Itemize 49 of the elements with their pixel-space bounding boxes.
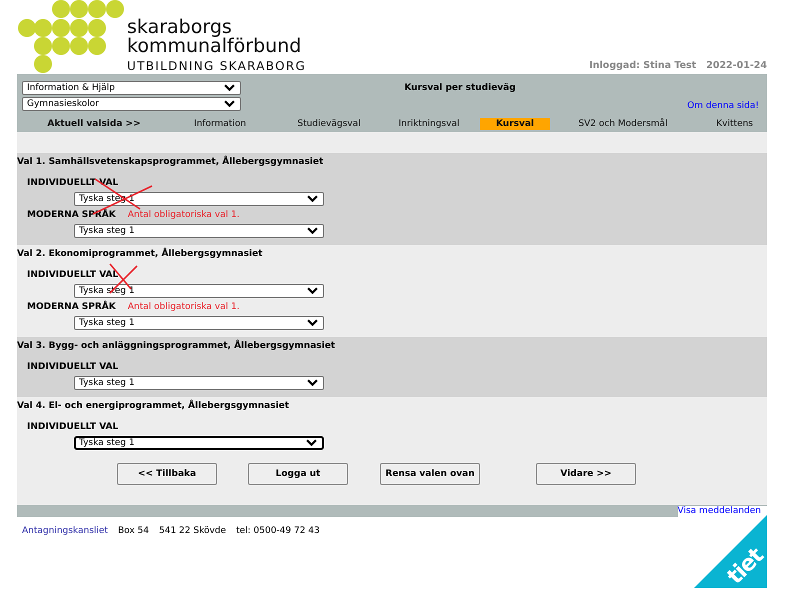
phone-number: tel: 0500-49 72 43 <box>236 526 320 536</box>
section-title: Val 3. Bygg- och anläggningsprogrammet, Ållebergsgymnasiet <box>17 339 336 353</box>
postal-address: 541 22 Skövde <box>159 526 226 536</box>
chevron-icon <box>307 287 318 295</box>
logo-icon <box>17 0 127 74</box>
dropdown[interactable]: Tyska steg 1 <box>74 316 324 330</box>
dropdown[interactable]: Tyska steg 1 <box>74 376 324 390</box>
chevron-icon <box>307 195 318 203</box>
help-link[interactable]: Om denna sida! <box>687 101 767 111</box>
dropdown[interactable]: Tyska steg 1 <box>74 436 324 450</box>
dropdown[interactable]: Gymnasieskolor <box>22 97 241 111</box>
logged-in-user: Inloggad: Stina Test <box>589 60 696 71</box>
address-text: Box 54 <box>118 526 150 536</box>
error-message: Antal obligatoriska val 1. <box>128 209 240 222</box>
action-button[interactable]: Logga ut <box>248 463 348 485</box>
section-title: Val 2. Ekonomiprogrammet, Ållebergsgymnasiet <box>17 247 264 261</box>
nav-tab[interactable]: Information <box>194 118 246 130</box>
chevron-icon <box>306 439 317 447</box>
nav-tab[interactable]: Inriktningsval <box>398 118 460 130</box>
nav-tab[interactable]: Studievägsval <box>297 118 361 130</box>
logo-name: skaraborgs <box>127 18 232 37</box>
section-title: Val 1. Samhällsvetenskapsprogrammet, Ållebergsgymnasiet <box>17 155 324 169</box>
chevron-icon <box>224 84 235 92</box>
chevron-icon <box>307 227 318 235</box>
action-button[interactable]: << Tillbaka <box>117 463 217 485</box>
field-label: INDIVIDUELLT VAL <box>27 269 118 282</box>
logo-subtitle: UTBILDNING SKARABORG <box>127 59 306 73</box>
section-title: Val 4. El- och energiprogrammet, Ållebergsgymnasiet <box>17 399 290 413</box>
page-title: Kursval per studieväg <box>404 82 516 93</box>
field-label: INDIVIDUELLT VAL <box>27 421 118 434</box>
brand-name: tiet <box>724 545 768 589</box>
date-label: 2022-01-24 <box>706 60 767 71</box>
current-page-label: Aktuell valsida >> <box>47 119 141 129</box>
office-link[interactable]: Antagningskansliet <box>22 526 108 536</box>
field-label: MODERNA SPRÅK <box>27 301 116 314</box>
action-button[interactable]: Rensa valen ovan <box>380 463 480 485</box>
nav-tab[interactable]: Kursval <box>480 118 550 130</box>
dropdown[interactable]: Information & Hjälp <box>22 81 241 95</box>
logo-name: kommunalförbund <box>127 37 302 56</box>
chevron-icon <box>224 100 235 108</box>
chevron-icon <box>307 319 318 327</box>
dropdown[interactable]: Tyska steg 1 <box>74 224 324 238</box>
action-button[interactable]: Vidare >> <box>536 463 636 485</box>
nav-tab[interactable]: SV2 och Modersmål <box>578 118 668 130</box>
chevron-icon <box>307 379 318 387</box>
nav-tab[interactable]: Kvittens <box>716 118 767 130</box>
messages-link[interactable]: Visa meddelanden <box>678 506 767 516</box>
error-message: Antal obligatoriska val 1. <box>128 301 240 314</box>
field-label: INDIVIDUELLT VAL <box>27 361 118 374</box>
